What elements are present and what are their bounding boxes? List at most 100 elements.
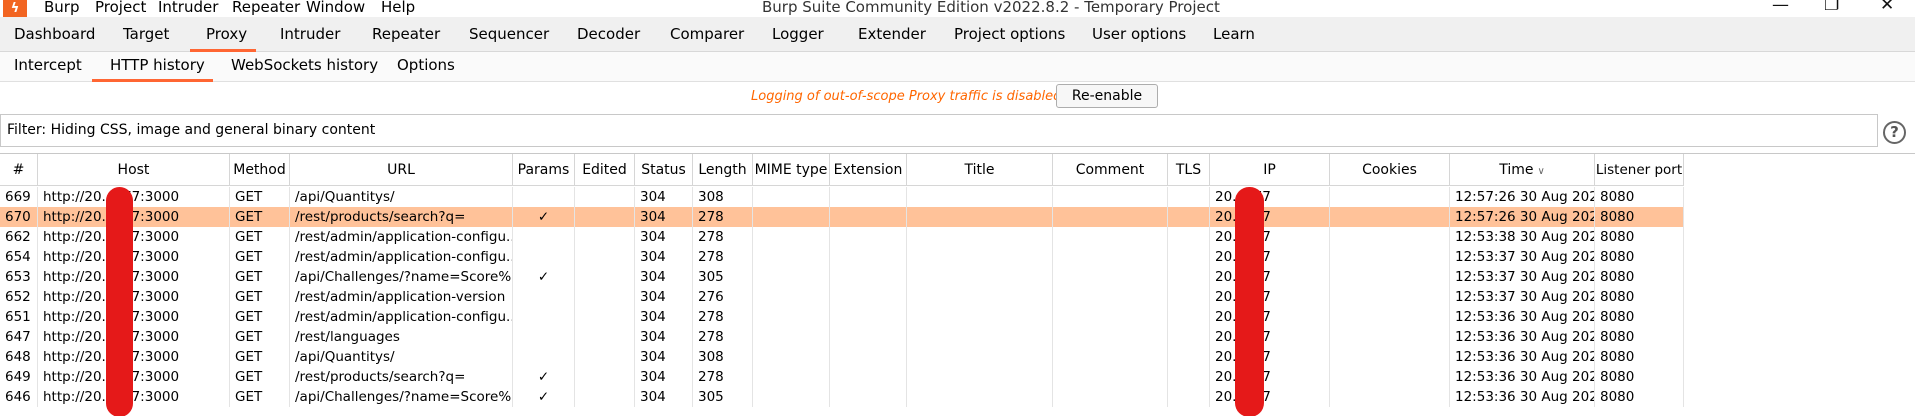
restore-icon[interactable]: ❐ [1824, 0, 1839, 14]
cell-time: 12:57:26 30 Aug 2022 [1450, 187, 1595, 207]
cell-method: GET [230, 327, 290, 347]
column-header-time-label: Time [1499, 162, 1534, 178]
cell-mime [753, 327, 830, 347]
cell-method: GET [230, 367, 290, 387]
table-row[interactable]: 652 http://20. .177:3000 GET/rest/admin/ap… [0, 287, 1684, 307]
table-row[interactable]: 649 http://20. .177:3000 GET/rest/products… [0, 367, 1684, 387]
cell-tls [1168, 347, 1210, 367]
table-row-partial[interactable] [0, 393, 1684, 413]
column-header-length[interactable]: Length [693, 154, 753, 186]
subtab-websockets-history[interactable]: WebSockets history [231, 57, 378, 74]
menu-burp[interactable]: Burp [44, 0, 80, 16]
cell-url: /rest/products/search?q= [290, 207, 513, 227]
menu-help[interactable]: Help [381, 0, 415, 16]
cell-title [907, 327, 1053, 347]
cell-ip: 20. .177 [1210, 307, 1330, 327]
cell-cookies [1330, 347, 1450, 367]
column-header-cookies[interactable]: Cookies [1330, 154, 1450, 186]
cell-length: 308 [693, 347, 753, 367]
column-header-url[interactable]: URL [290, 154, 513, 186]
column-header-extension[interactable]: Extension [830, 154, 907, 186]
cell-port: 8080 [1595, 307, 1684, 327]
tab-target[interactable]: Target [123, 26, 169, 43]
subtab-options[interactable]: Options [397, 57, 455, 74]
column-header-method[interactable]: Method [230, 154, 290, 186]
column-header-tls[interactable]: TLS [1168, 154, 1210, 186]
menu-window[interactable]: Window [306, 0, 365, 16]
cell-time: 12:53:36 30 Aug 2022 [1450, 347, 1595, 367]
cell-status: 304 [635, 327, 693, 347]
cell-time: 12:53:36 30 Aug 2022 [1450, 307, 1595, 327]
column-header-listener-port[interactable]: Listener port [1595, 154, 1684, 186]
table-row[interactable]: 670 http://20. .177:3000 GET/rest/products… [0, 207, 1684, 227]
cell-url: /rest/admin/application-version [290, 287, 513, 307]
minimize-icon[interactable]: — [1772, 0, 1789, 14]
table-row[interactable]: 651 http://20. .177:3000 GET/rest/admin/ap… [0, 307, 1684, 327]
column-header-mime-type[interactable]: MIME type [753, 154, 830, 186]
cell-time: 12:57:26 30 Aug 2022 [1450, 207, 1595, 227]
cell-url: /api/Quantitys/ [290, 187, 513, 207]
cell-time: 12:53:38 30 Aug 2022 [1450, 227, 1595, 247]
filter-text[interactable]: Filter: Hiding CSS, image and general bi… [7, 122, 375, 138]
cell-ip: 20. .177 [1210, 187, 1330, 207]
table-row[interactable]: 662 http://20. .177:3000 GET/rest/admin/ap… [0, 227, 1684, 247]
tab-decoder[interactable]: Decoder [577, 26, 640, 43]
cell-params: ✓ [513, 267, 575, 287]
menu-project[interactable]: Project [95, 0, 146, 16]
column-header-title[interactable]: Title [907, 154, 1053, 186]
subtab-intercept[interactable]: Intercept [14, 57, 82, 74]
close-icon[interactable]: ✕ [1880, 0, 1894, 14]
subtab-http-history[interactable]: HTTP history [110, 57, 205, 74]
cell-mime [753, 287, 830, 307]
table-row[interactable]: 653 http://20. .177:3000 GET/api/Challenge… [0, 267, 1684, 287]
column-header-status[interactable]: Status [635, 154, 693, 186]
cell-host: http://20. .177:3000 [38, 287, 230, 307]
cell-method: GET [230, 307, 290, 327]
column-header-host[interactable]: Host [38, 154, 230, 186]
column-header-params[interactable]: Params [513, 154, 575, 186]
cell-time: 12:53:36 30 Aug 2022 [1450, 327, 1595, 347]
tab-project-options[interactable]: Project options [954, 26, 1065, 43]
reenable-button[interactable]: Re-enable [1056, 84, 1158, 108]
menu-repeater[interactable]: Repeater [232, 0, 300, 16]
cell-tls [1168, 207, 1210, 227]
tab-dashboard[interactable]: Dashboard [14, 26, 95, 43]
tab-repeater[interactable]: Repeater [372, 26, 440, 43]
cell-mime [753, 187, 830, 207]
tab-comparer[interactable]: Comparer [670, 26, 744, 43]
tab-proxy[interactable]: Proxy [206, 26, 247, 43]
column-header-number[interactable]: # [0, 154, 38, 186]
cell-url: /rest/admin/application-configu... [290, 227, 513, 247]
cell-id: 669 [0, 187, 38, 207]
help-icon[interactable]: ? [1883, 121, 1906, 144]
tab-learn[interactable]: Learn [1213, 26, 1255, 43]
cell-length: 278 [693, 307, 753, 327]
tab-extender[interactable]: Extender [858, 26, 926, 43]
cell-edited [575, 347, 635, 367]
tab-sequencer[interactable]: Sequencer [469, 26, 549, 43]
cell-url: /api/Challenges/?name=Score%... [290, 267, 513, 287]
table-row[interactable]: 648 http://20. .177:3000 GET/api/Quantitys… [0, 347, 1684, 367]
cell-time: 12:53:37 30 Aug 2022 [1450, 247, 1595, 267]
column-header-edited[interactable]: Edited [575, 154, 635, 186]
cell-tls [1168, 247, 1210, 267]
filter-bar[interactable]: Filter: Hiding CSS, image and general bi… [0, 114, 1878, 147]
table-row[interactable]: 654 http://20. .177:3000 GET/rest/admin/ap… [0, 247, 1684, 267]
proxy-sub-tab-bar: Intercept HTTP history WebSockets histor… [0, 52, 1915, 82]
cell-tls [1168, 287, 1210, 307]
tab-intruder[interactable]: Intruder [280, 26, 340, 43]
http-history-table: # Host Method URL Params Edited Status L… [0, 153, 1915, 416]
cell-method: GET [230, 227, 290, 247]
cell-edited [575, 247, 635, 267]
column-header-comment[interactable]: Comment [1053, 154, 1168, 186]
cell-ip: 20. .177 [1210, 267, 1330, 287]
tab-user-options[interactable]: User options [1092, 26, 1186, 43]
table-row[interactable]: 647 http://20. .177:3000 GET/rest/language… [0, 327, 1684, 347]
tab-logger[interactable]: Logger [772, 26, 824, 43]
menu-intruder[interactable]: Intruder [158, 0, 218, 16]
cell-params [513, 307, 575, 327]
column-header-time[interactable]: Time ∨ [1450, 154, 1595, 186]
table-row[interactable]: 669 http://20. .177:3000 GET/api/Quantitys… [0, 187, 1684, 207]
column-header-ip[interactable]: IP [1210, 154, 1330, 186]
cell-comment [1053, 207, 1168, 227]
